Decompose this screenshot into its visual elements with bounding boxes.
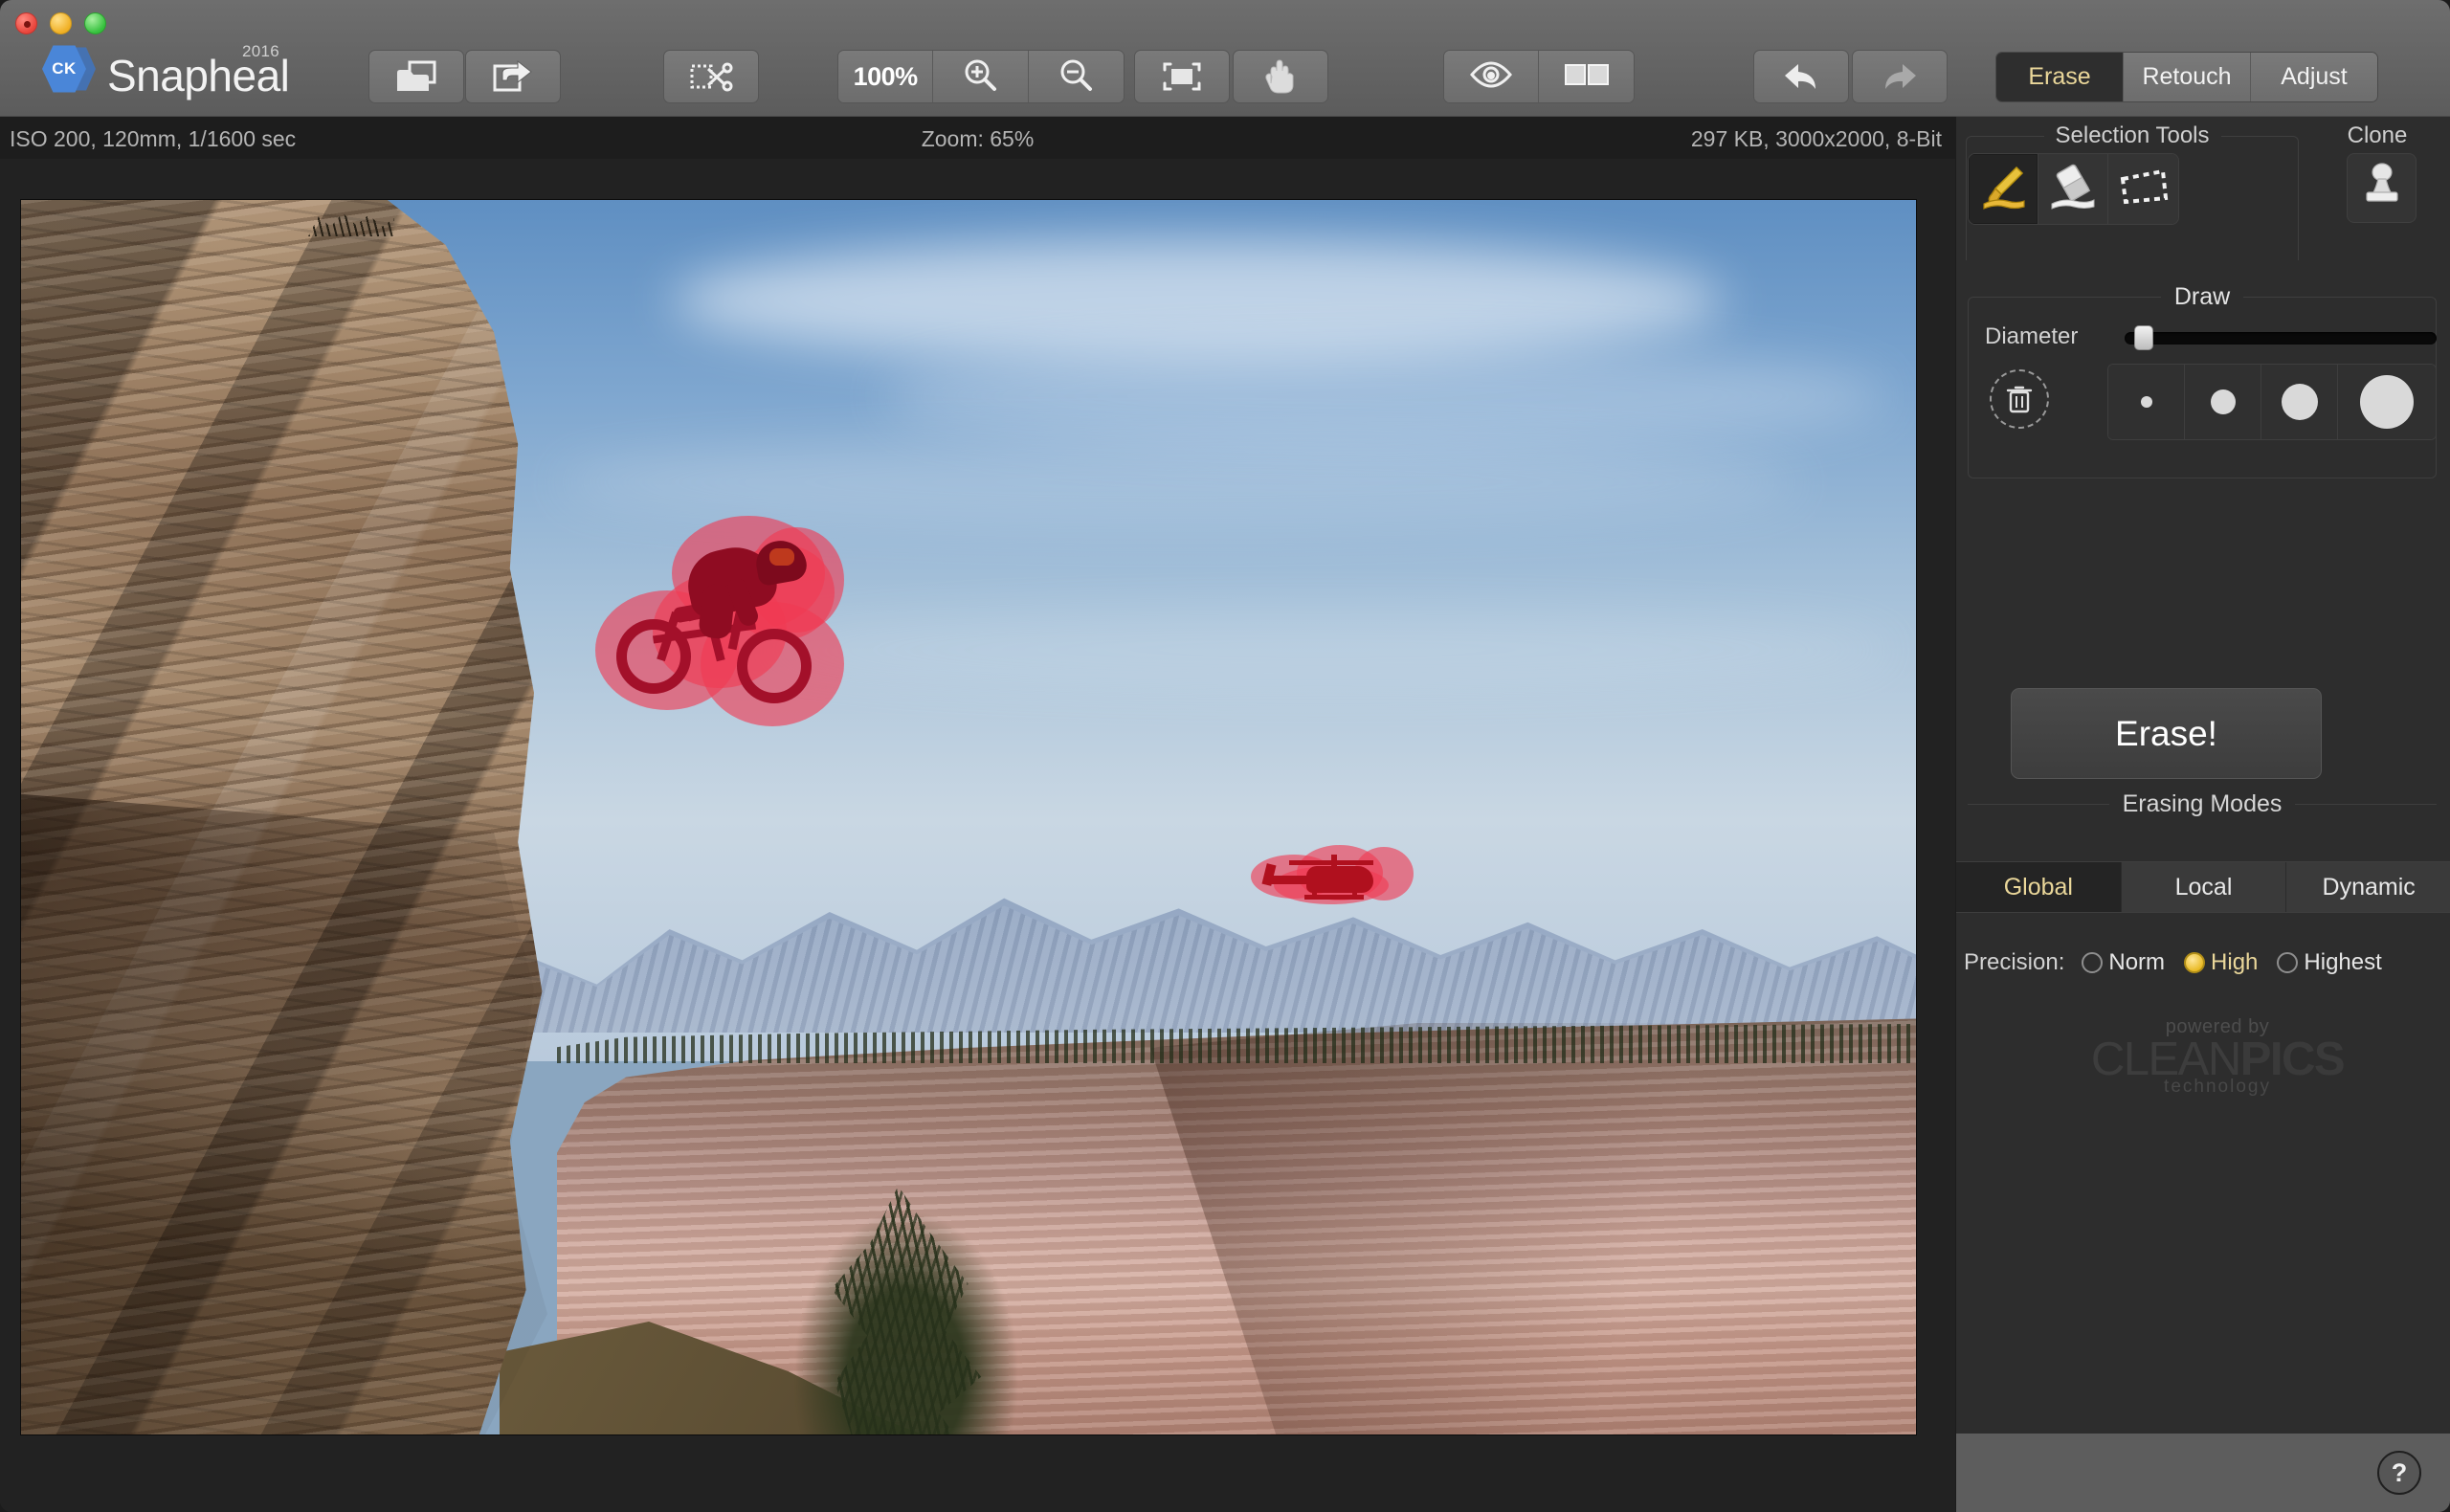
clone-stamp-tool[interactable]	[2347, 153, 2417, 223]
biker-silhouette	[595, 516, 844, 726]
brush-tool[interactable]	[1969, 154, 2038, 224]
precision-option-highest[interactable]: Highest	[2277, 949, 2382, 976]
precision-label: Precision:	[1964, 949, 2065, 975]
cloud	[672, 238, 1725, 363]
crop-scissors-icon	[689, 60, 733, 93]
tab-erase[interactable]: Erase	[1996, 53, 2124, 101]
selection-tools-title: Selection Tools	[2043, 122, 2221, 148]
brush-size-l[interactable]	[2338, 365, 2436, 439]
radio-norm[interactable]	[2082, 952, 2104, 973]
erasing-mode-global[interactable]: Global	[1956, 862, 2122, 912]
erasing-mode-dynamic[interactable]: Dynamic	[2286, 862, 2450, 912]
erase-button[interactable]: Erase!	[2011, 688, 2322, 779]
undo-arrow-icon	[1781, 60, 1821, 93]
cleanpics-logo: powered by CLEANPICS technology	[2079, 1016, 2356, 1098]
erasing-modes-title: Erasing Modes	[2108, 790, 2296, 817]
zoom-level-label: 100%	[853, 61, 919, 91]
zoom-info: Zoom: 65%	[921, 126, 1035, 151]
close-window-button[interactable]	[15, 12, 37, 34]
open-image-button[interactable]	[368, 50, 464, 103]
canvas-area[interactable]	[0, 159, 1955, 1512]
trash-clear-selection-icon[interactable]	[1990, 369, 2049, 429]
brush-size-presets	[2107, 364, 2437, 440]
tab-adjust[interactable]: Adjust	[2251, 53, 2377, 101]
fit-to-screen-icon	[1161, 60, 1203, 93]
share-export-button[interactable]	[465, 50, 561, 103]
precision-option-high[interactable]: High	[2184, 949, 2258, 976]
split-compare-icon	[1564, 61, 1610, 93]
tab-retouch[interactable]: Retouch	[2124, 53, 2251, 101]
cloud	[748, 611, 1897, 688]
precision-row: Precision: Norm High Highest	[1964, 949, 2447, 976]
brush-size-xs[interactable]	[2108, 365, 2185, 439]
help-button[interactable]: ?	[2377, 1451, 2421, 1495]
zoom-in-button[interactable]	[933, 51, 1029, 102]
erasing-modes-group: Global Local Dynamic	[1956, 861, 2450, 913]
clone-stamp-icon	[2360, 162, 2404, 214]
diameter-slider-knob[interactable]	[2134, 325, 2153, 350]
brush-size-s[interactable]	[2185, 365, 2261, 439]
eye-preview-icon	[1470, 60, 1512, 93]
app-year-badge: 2016	[242, 42, 280, 60]
paint-brush-icon	[1978, 162, 2028, 216]
eraser-tool[interactable]	[2038, 154, 2108, 224]
precision-high-label: High	[2211, 949, 2259, 975]
lasso-tool[interactable]	[2108, 154, 2178, 224]
snapheal-window: CK Snapheal 2016 100% Erase Retouch Adju…	[0, 0, 2450, 1512]
diameter-label: Diameter	[1985, 323, 2079, 349]
mountain-biker-selection[interactable]	[595, 516, 844, 726]
lasso-selection-icon	[2117, 166, 2171, 212]
photo-canvas[interactable]	[21, 200, 1916, 1434]
erasing-mode-local[interactable]: Local	[2121, 862, 2287, 912]
compare-split-button[interactable]	[1539, 51, 1634, 102]
zoom-out-icon	[1058, 56, 1094, 98]
preview-compare-group	[1443, 50, 1635, 103]
redo-arrow-icon	[1880, 60, 1920, 93]
cloud	[557, 439, 1801, 525]
draw-title: Draw	[2160, 283, 2244, 310]
precision-highest-label: Highest	[2304, 949, 2382, 975]
zoom-out-button[interactable]	[1028, 51, 1124, 102]
right-sidebar: Selection Tools Clone Draw Diameter Eras…	[1955, 117, 2450, 1512]
eraser-icon	[2048, 162, 2098, 216]
zoom-controls-group: 100%	[837, 50, 1125, 103]
crop-tool-button[interactable]	[663, 50, 759, 103]
cloud	[882, 344, 1887, 449]
undo-button[interactable]	[1753, 50, 1849, 103]
helicopter-silhouette	[1251, 843, 1414, 908]
selection-tools-group	[1968, 153, 2179, 225]
mode-tab-group: Erase Retouch Adjust	[1995, 52, 2378, 102]
share-export-icon	[491, 59, 535, 94]
hand-pan-icon	[1263, 58, 1298, 95]
minimize-window-button[interactable]	[50, 12, 72, 34]
diameter-slider[interactable]	[2125, 325, 2437, 350]
clone-title: Clone	[2347, 122, 2408, 148]
helicopter-selection[interactable]	[1251, 843, 1414, 908]
fit-to-screen-button[interactable]	[1134, 50, 1230, 103]
sidebar-bottom-bar	[1956, 1434, 2450, 1512]
open-folder-icon	[394, 59, 438, 94]
file-info: 297 KB, 3000x2000, 8-Bit	[1690, 126, 1942, 151]
precision-option-norm[interactable]: Norm	[2082, 949, 2165, 976]
zoom-level-button[interactable]: 100%	[838, 51, 934, 102]
preview-button[interactable]	[1444, 51, 1539, 102]
title-bar: CK Snapheal 2016 100% Erase Retouch Adju…	[0, 0, 2450, 117]
window-traffic-lights	[15, 12, 106, 34]
app-logo: CK	[42, 42, 96, 96]
mesa-shadow	[1150, 1023, 1916, 1434]
maximize-window-button[interactable]	[84, 12, 106, 34]
pan-hand-button[interactable]	[1233, 50, 1328, 103]
precision-norm-label: Norm	[2108, 949, 2166, 975]
zoom-in-icon	[962, 56, 998, 98]
radio-highest[interactable]	[2277, 952, 2299, 973]
image-info-bar: ISO 200, 120mm, 1/1600 sec Zoom: 65% 297…	[0, 117, 1955, 159]
app-title: Snapheal	[107, 51, 290, 101]
redo-button[interactable]	[1852, 50, 1948, 103]
brush-size-m[interactable]	[2261, 365, 2338, 439]
radio-high[interactable]	[2184, 952, 2206, 973]
app-logo-text: CK	[52, 59, 77, 78]
